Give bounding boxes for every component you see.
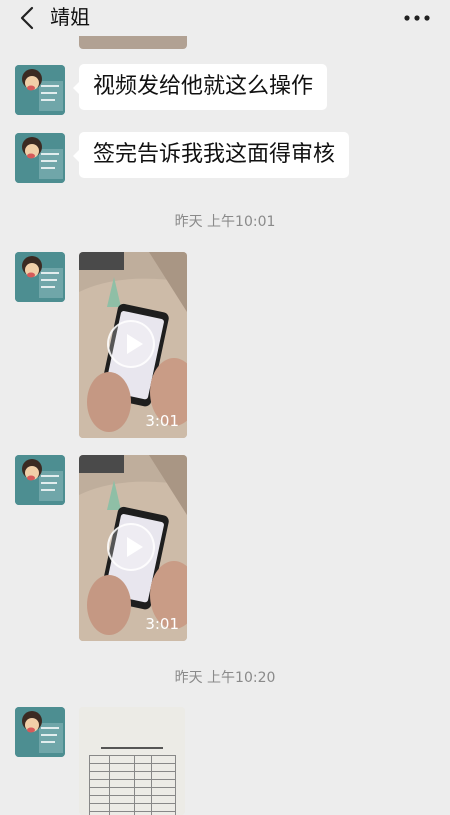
document-photo-thumbnail — [79, 707, 185, 815]
avatar-cartoon-icon — [15, 133, 65, 183]
previous-media-message[interactable] — [79, 36, 187, 49]
more-horizontal-icon — [404, 15, 430, 21]
message-text: 视频发给他就这么操作 — [93, 74, 314, 99]
video-message[interactable]: 3:01 — [79, 455, 187, 641]
chat-header: 靖姐 — [0, 0, 450, 36]
avatar-cartoon-icon — [15, 455, 65, 505]
avatar-cartoon-icon — [15, 252, 65, 302]
avatar[interactable] — [15, 133, 65, 183]
play-icon[interactable] — [107, 320, 155, 368]
chevron-left-icon — [20, 6, 34, 30]
video-duration: 3:01 — [145, 412, 179, 430]
video-message[interactable]: 3:01 — [79, 252, 187, 438]
avatar-cartoon-icon — [15, 65, 65, 115]
avatar[interactable] — [15, 65, 65, 115]
avatar[interactable] — [15, 455, 65, 505]
avatar[interactable] — [15, 707, 65, 757]
message-text: 签完告诉我我这面得审核 — [93, 142, 336, 167]
message-bubble[interactable]: 视频发给他就这么操作 — [72, 64, 328, 110]
back-button[interactable] — [14, 4, 40, 32]
avatar[interactable] — [15, 252, 65, 302]
more-button[interactable] — [402, 6, 432, 30]
timestamp: 昨天 上午10:20 — [174, 670, 276, 686]
play-icon[interactable] — [107, 523, 155, 571]
video-duration: 3:01 — [145, 615, 179, 633]
avatar-cartoon-icon — [15, 707, 65, 757]
image-message[interactable] — [79, 707, 185, 815]
message-bubble[interactable]: 签完告诉我我这面得审核 — [72, 132, 350, 178]
timestamp: 昨天 上午10:01 — [174, 214, 276, 230]
chat-title: 靖姐 — [50, 5, 90, 29]
